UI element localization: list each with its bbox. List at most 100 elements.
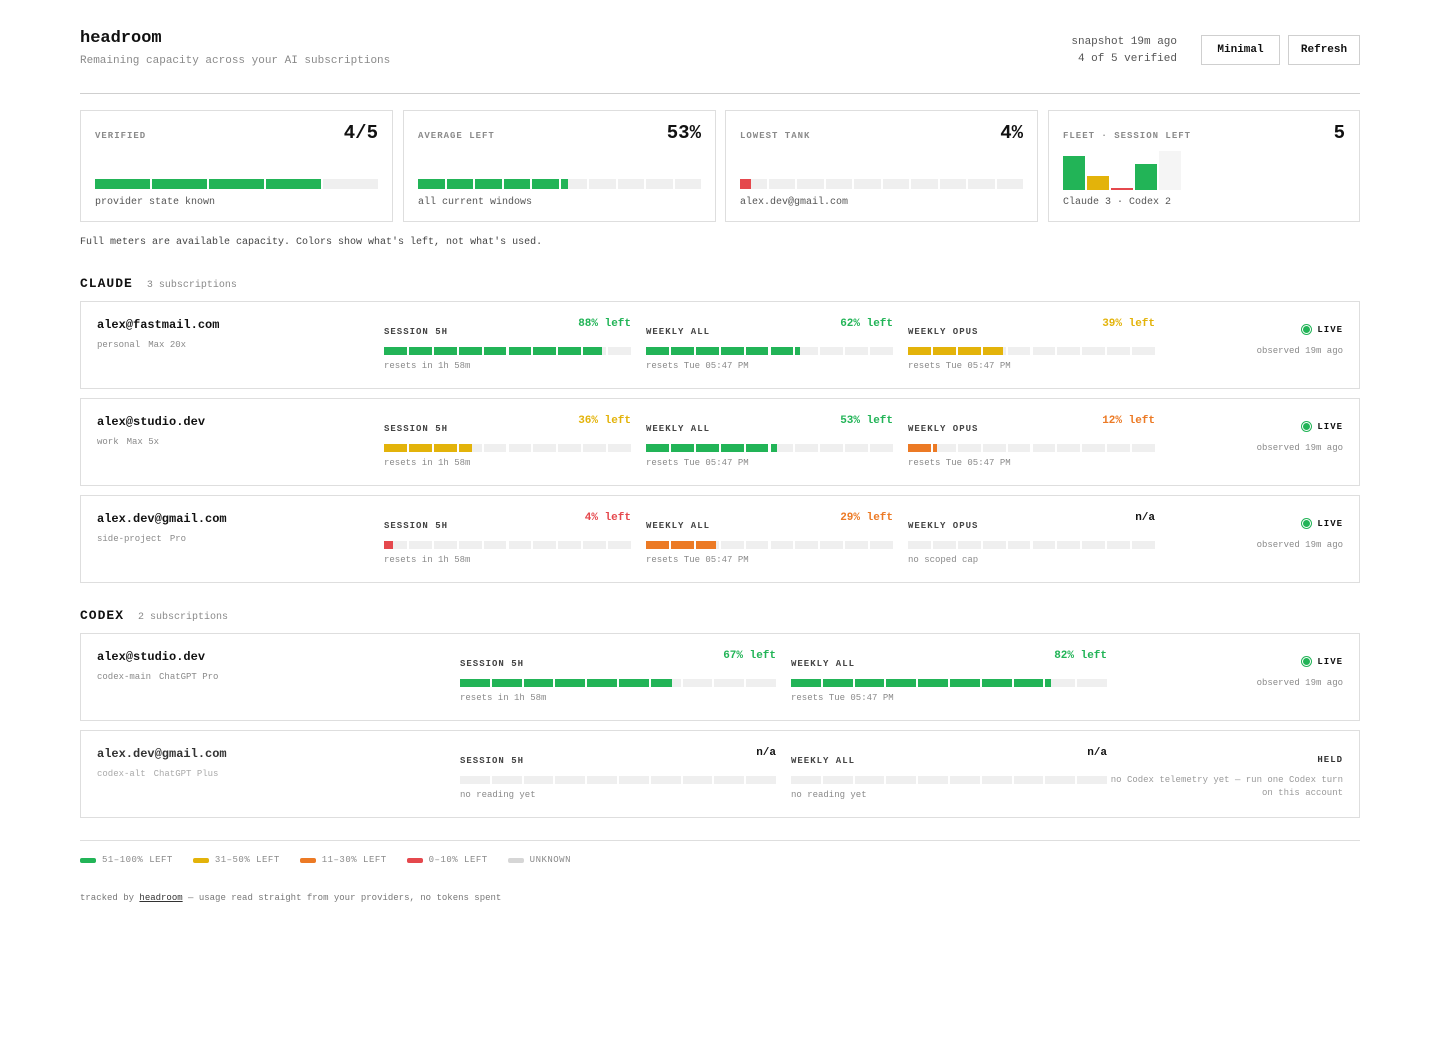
meter-fill [720, 444, 744, 452]
meter-segment [209, 179, 264, 189]
meter-reset: resets Tue 05:47 PM [791, 693, 894, 703]
meter-segment [408, 444, 432, 452]
fleet-bar [1135, 163, 1157, 190]
meter-fill [532, 179, 559, 189]
live-status: LIVE [1301, 656, 1343, 667]
meter-segment [384, 444, 407, 452]
meter-fill [1045, 679, 1052, 687]
legend-label: 31–50% LEFT [214, 855, 280, 865]
meter-segment [619, 776, 649, 784]
meter-segment [1057, 541, 1081, 549]
card-fleet: FLEET · SESSION LEFT 5 Claude 3 · Codex … [1048, 110, 1360, 222]
meter-segment [1032, 347, 1056, 355]
meter-fill [646, 541, 669, 549]
meter-fill [886, 679, 917, 687]
meter-segment [968, 179, 995, 189]
meter-segment [503, 179, 530, 189]
meter-fill [523, 679, 554, 687]
meter-reset: resets Tue 05:47 PM [908, 361, 1011, 371]
refresh-button[interactable]: Refresh [1288, 35, 1360, 65]
meter-segment [1007, 444, 1031, 452]
usage-meter: WEEKLY OPUS 39% left resets Tue 05:47 PM [908, 318, 1155, 374]
meter-segment [845, 444, 869, 452]
meter-segment [475, 179, 502, 189]
meter-segment [695, 444, 719, 452]
snapshot-time: snapshot 19m ago [1071, 36, 1177, 48]
plan-name: ChatGPT Plus [153, 769, 219, 779]
fleet-bar [1063, 155, 1085, 190]
meter-segment [770, 541, 794, 549]
meter-fill [908, 347, 931, 355]
meter-segment [908, 347, 931, 355]
account-tag: codex-alt [97, 769, 146, 779]
meter-label: WEEKLY OPUS [908, 521, 979, 531]
verified-meter [95, 179, 378, 189]
meter-fill [1013, 679, 1044, 687]
meter-segment [957, 347, 981, 355]
meter-segment [740, 179, 767, 189]
meter-segment [583, 541, 607, 549]
plan-name: Max 5x [126, 437, 160, 447]
meter-fill [152, 179, 207, 189]
meter-fill [822, 679, 853, 687]
meter-segment [882, 179, 909, 189]
account-meta: work Max 5x [97, 437, 159, 447]
summary-cards: VERIFIED 4/5 provider state known AVERAG… [80, 110, 1360, 222]
legend-item: 0–10% LEFT [406, 855, 488, 865]
meter-segment [682, 776, 713, 784]
meter-fill [646, 444, 669, 452]
meter-segment [911, 179, 938, 189]
meter-segment [508, 541, 532, 549]
meter-fill [460, 679, 490, 687]
meter-value: 39% left [1102, 318, 1155, 330]
card-caption: Claude 3 · Codex 2 [1063, 197, 1172, 208]
section-count: 2 subscriptions [138, 612, 229, 623]
meter-fill [433, 444, 457, 452]
meter-segment [1132, 541, 1155, 549]
meter-segment [1045, 679, 1076, 687]
meter-label: WEEKLY ALL [646, 327, 711, 337]
meter-fill [408, 347, 432, 355]
meter-segment [460, 679, 490, 687]
meter-segment [1057, 347, 1081, 355]
headroom-link[interactable]: headroom [139, 893, 182, 903]
meter-segment [845, 347, 869, 355]
subscription-row: alex.dev@gmail.com side-project Pro SESSION… [80, 495, 1360, 583]
meter-segment [1132, 347, 1155, 355]
meter-segment [491, 679, 522, 687]
legend-swatch [80, 857, 96, 863]
meter-segment [433, 347, 457, 355]
meter-reset: no scoped cap [908, 555, 979, 565]
meter-segment [1077, 679, 1107, 687]
meter-segment [587, 776, 617, 784]
legend-item: 31–50% LEFT [192, 855, 280, 865]
meter-label: WEEKLY ALL [791, 659, 856, 669]
meter-bar [908, 541, 1155, 549]
meter-segment [939, 179, 966, 189]
minimal-button[interactable]: Minimal [1201, 35, 1280, 65]
live-status: LIVE [1301, 518, 1343, 529]
meter-segment [650, 776, 681, 784]
live-dot-icon [1301, 421, 1313, 432]
meter-segment [720, 444, 744, 452]
meter-segment [384, 541, 407, 549]
meter-reset: resets Tue 05:47 PM [646, 555, 749, 565]
meter-segment [695, 541, 719, 549]
meter-segment [845, 541, 869, 549]
meter-segment [822, 776, 853, 784]
legend-swatch [192, 857, 209, 863]
account-meta: codex-main ChatGPT Pro [97, 672, 218, 682]
usage-meter: SESSION 5H 4% left resets in 1h 58m [384, 512, 631, 568]
meter-segment [491, 776, 522, 784]
meter-fill [740, 179, 751, 189]
meter-segment [523, 776, 554, 784]
meter-fill [408, 444, 432, 452]
meter-fill [418, 179, 445, 189]
meter-value: 82% left [1054, 650, 1107, 662]
meter-segment [523, 679, 554, 687]
meter-segment [825, 179, 852, 189]
account-tag: codex-main [97, 672, 152, 682]
live-dot-icon [1301, 518, 1313, 529]
live-dot-icon [1301, 656, 1313, 667]
card-caption: all current windows [418, 197, 533, 208]
